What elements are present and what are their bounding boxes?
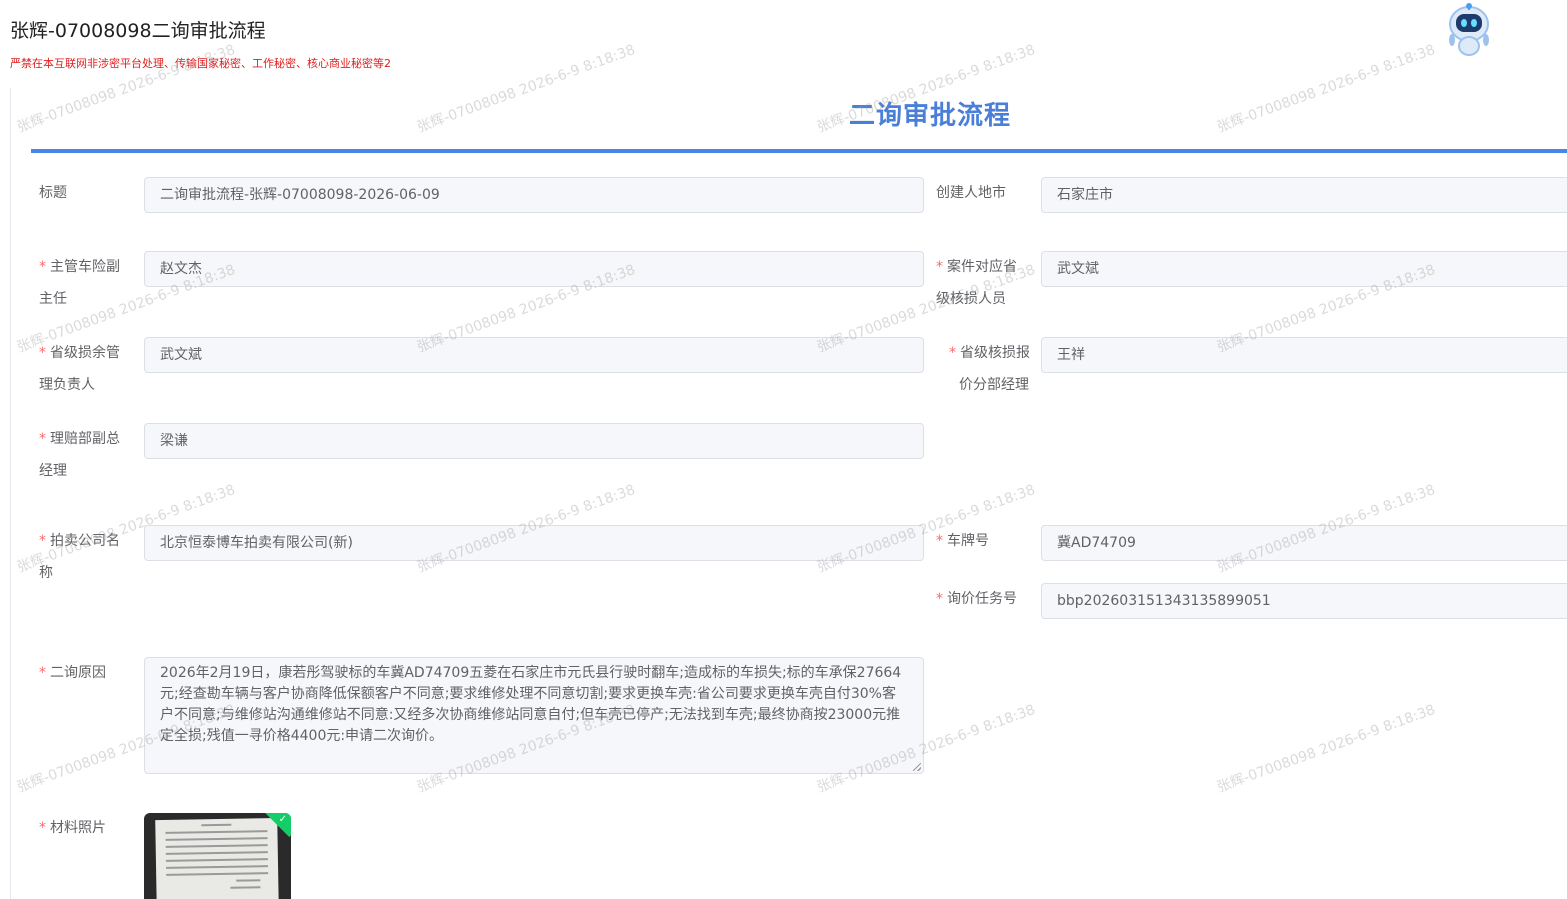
- required-mark: *: [936, 533, 943, 549]
- required-mark: *: [39, 665, 46, 681]
- claims-vgm-field[interactable]: 梁谦: [144, 423, 924, 459]
- label-reason: * 二询原因: [39, 665, 106, 681]
- inquiry-task-no-field[interactable]: bbp202603151343135899051: [1041, 583, 1567, 619]
- material-photo-thumbnail[interactable]: ✓: [144, 813, 291, 899]
- required-mark: *: [39, 533, 46, 549]
- watermark: 张辉-07008098 2026-6-9 8:18:38: [415, 41, 638, 136]
- label-claims-vgm: * 理赔部副总 经理: [39, 431, 120, 479]
- label-photos: * 材料照片: [39, 820, 106, 836]
- required-mark: *: [949, 345, 956, 361]
- watermark: 张辉-07008098 2026-6-9 8:18:38: [1215, 701, 1438, 796]
- content-border: [10, 88, 11, 899]
- required-mark: *: [936, 259, 943, 275]
- label-case-reviewer: * 案件对应省 级核损人员: [936, 259, 1017, 307]
- vehicle-vp-field[interactable]: 赵文杰: [144, 251, 924, 287]
- robot-assistant-icon[interactable]: [1444, 2, 1494, 58]
- required-mark: *: [39, 431, 46, 447]
- label-auction-company: * 拍卖公司名 称: [39, 533, 120, 581]
- label-salvage-manager: * 省级损余管 理负责人: [39, 345, 120, 393]
- creator-city-field[interactable]: 石家庄市: [1041, 177, 1567, 213]
- reason-text: 2026年2月19日，康若彤驾驶标的车冀AD74709五菱在石家庄市元氏县行驶时…: [160, 665, 902, 744]
- reason-textarea[interactable]: 2026年2月19日，康若彤驾驶标的车冀AD74709五菱在石家庄市元氏县行驶时…: [144, 657, 924, 774]
- salvage-manager-field[interactable]: 武文斌: [144, 337, 924, 373]
- case-reviewer-field[interactable]: 武文斌: [1041, 251, 1567, 287]
- required-mark: *: [39, 820, 46, 836]
- label-creator-city: 创建人地市: [936, 185, 1006, 201]
- security-warning: 严禁在本互联网非涉密平台处理、传输国家秘密、工作秘密、核心商业秘密等2: [10, 57, 391, 70]
- label-title: 标题: [39, 185, 67, 201]
- required-mark: *: [936, 591, 943, 607]
- quote-manager-field[interactable]: 王祥: [1041, 337, 1567, 373]
- watermark: 张辉-07008098 2026-6-9 8:18:38: [15, 41, 238, 136]
- resize-handle[interactable]: [913, 763, 921, 771]
- label-vehicle-vp: * 主管车险副 主任: [39, 259, 120, 307]
- check-icon: ✓: [278, 814, 287, 825]
- plate-number-field[interactable]: 冀AD74709: [1041, 525, 1567, 561]
- label-inquiry-task-no: * 询价任务号: [936, 591, 1017, 607]
- auction-company-field[interactable]: 北京恒泰博车拍卖有限公司(新): [144, 525, 924, 561]
- title-field[interactable]: 二询审批流程-张辉-07008098-2026-06-09: [144, 177, 924, 213]
- label-plate-number: * 车牌号: [936, 533, 989, 549]
- form-title: 二询审批流程: [848, 101, 1011, 131]
- label-quote-manager: * 省级核损报 价分部经理: [949, 345, 1030, 393]
- required-mark: *: [39, 345, 46, 361]
- required-mark: *: [39, 259, 46, 275]
- approval-page: 张辉-07008098二询审批流程 严禁在本互联网非涉密平台处理、传输国家秘密、…: [0, 0, 1567, 899]
- document-photo: [155, 817, 279, 899]
- title-divider: [31, 149, 1567, 153]
- watermark: 张辉-07008098 2026-6-9 8:18:38: [1215, 41, 1438, 136]
- page-title: 张辉-07008098二询审批流程: [10, 20, 266, 42]
